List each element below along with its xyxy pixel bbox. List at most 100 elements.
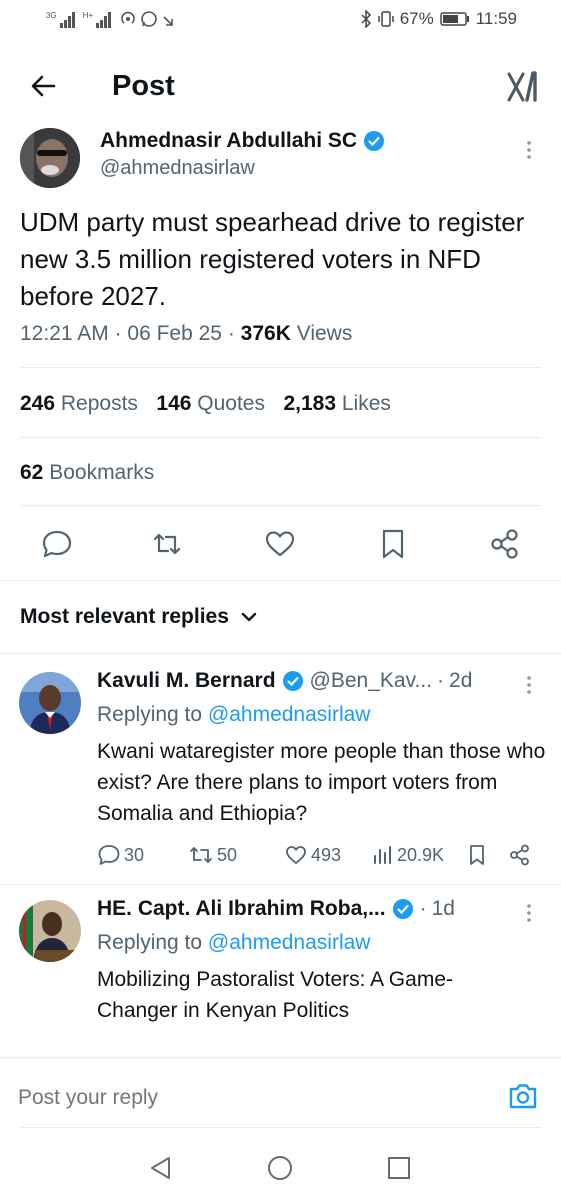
divider bbox=[20, 1127, 541, 1128]
x-logo-icon[interactable] bbox=[506, 70, 542, 104]
reply-header: Kavuli M. Bernard @Ben_Kav... · 2d bbox=[97, 669, 472, 693]
divider bbox=[0, 580, 561, 581]
reply-reposts-button[interactable]: 50 bbox=[188, 843, 237, 867]
reply-author-name[interactable]: Kavuli M. Bernard bbox=[97, 669, 276, 693]
author-name-row[interactable]: Ahmednasir Abdullahi SC bbox=[100, 129, 385, 153]
reply-avatar[interactable] bbox=[19, 672, 81, 734]
signal-icons: 3G H+ bbox=[46, 10, 175, 28]
views-label: Views bbox=[296, 322, 353, 345]
heart-icon bbox=[286, 846, 306, 864]
bookmark-button[interactable] bbox=[376, 527, 410, 561]
arrow-left-icon bbox=[31, 75, 56, 97]
status-bar: 3G H+ 67% 11:59 bbox=[0, 0, 561, 40]
repost-button[interactable] bbox=[150, 527, 184, 561]
reply-input[interactable] bbox=[18, 1078, 478, 1118]
likes-stat[interactable]: 2,183 Likes bbox=[283, 392, 390, 416]
more-options-button[interactable] bbox=[520, 140, 538, 162]
meta-separator: · bbox=[437, 669, 445, 692]
camera-icon bbox=[509, 1084, 537, 1109]
author-handle[interactable]: @ahmednasirlaw bbox=[100, 157, 255, 180]
back-button[interactable] bbox=[28, 70, 60, 102]
network-type-left: 3G bbox=[46, 11, 57, 20]
camera-button[interactable] bbox=[507, 1081, 539, 1111]
reply-text: Mobilizing Pastoralist Voters: A Game-Ch… bbox=[97, 968, 453, 1022]
bookmark-icon bbox=[382, 529, 404, 559]
reply-share-button[interactable] bbox=[508, 843, 532, 867]
network-type-right: H+ bbox=[82, 11, 94, 20]
triangle-back-icon bbox=[151, 1157, 170, 1179]
share-button[interactable] bbox=[488, 527, 522, 561]
more-vertical-icon bbox=[527, 904, 531, 922]
divider bbox=[20, 367, 541, 368]
verified-badge-icon bbox=[364, 131, 385, 151]
reply-views-button[interactable]: 20.9K bbox=[372, 843, 444, 867]
post-date: 06 Feb 25 bbox=[127, 322, 222, 345]
battery-icon bbox=[439, 12, 469, 26]
comment-icon bbox=[42, 530, 72, 558]
reply-button[interactable] bbox=[40, 527, 74, 561]
divider bbox=[20, 505, 541, 506]
reply-replies-button[interactable]: 30 bbox=[97, 843, 144, 867]
replying-to-line: Replying to @ahmednasirlaw bbox=[97, 703, 371, 726]
reply-text: Kwani wataregister more people than thos… bbox=[97, 740, 546, 825]
reply-bookmark-button[interactable] bbox=[466, 843, 488, 867]
comment-icon bbox=[98, 845, 120, 865]
chevron-down-icon bbox=[241, 612, 257, 622]
square-recents-icon bbox=[388, 1157, 410, 1179]
divider bbox=[0, 653, 561, 654]
author-name: Ahmednasir Abdullahi SC bbox=[100, 129, 358, 152]
clock: 11:59 bbox=[475, 9, 517, 28]
reply-author-name[interactable]: HE. Capt. Ali Ibrahim Roba,... bbox=[97, 897, 386, 921]
replying-to-line: Replying to @ahmednasirlaw bbox=[97, 931, 371, 954]
engagement-stats: 246 Reposts 146 Quotes 2,183 Likes bbox=[20, 392, 405, 416]
reply-handle[interactable]: @Ben_Kav... bbox=[310, 669, 433, 693]
reply-age: 1d bbox=[431, 897, 455, 920]
replies-sort-label: Most relevant replies bbox=[20, 605, 229, 628]
circle-home-icon bbox=[268, 1156, 292, 1180]
replying-to-handle[interactable]: @ahmednasirlaw bbox=[208, 931, 371, 954]
status-right: 67% 11:59 bbox=[360, 9, 517, 29]
repost-icon bbox=[153, 533, 181, 555]
post-meta: 12:21 AM · 06 Feb 25 · 376K Views bbox=[20, 322, 352, 346]
replying-to-handle[interactable]: @ahmednasirlaw bbox=[208, 703, 371, 726]
reply-more-button[interactable] bbox=[520, 903, 538, 925]
divider bbox=[20, 437, 541, 438]
share-icon bbox=[510, 844, 529, 866]
meta-separator: · bbox=[227, 322, 241, 345]
views-count: 376K bbox=[240, 322, 291, 345]
meta-separator: · bbox=[114, 322, 128, 345]
signal-strength-icon-2 bbox=[96, 12, 112, 28]
more-vertical-icon bbox=[527, 676, 531, 694]
reply-more-button[interactable] bbox=[520, 675, 538, 697]
meta-separator: · bbox=[419, 897, 427, 920]
page-title: Post bbox=[112, 70, 175, 102]
battery-percent: 67% bbox=[399, 9, 434, 28]
more-vertical-icon bbox=[527, 141, 531, 159]
like-button[interactable] bbox=[263, 527, 297, 561]
verified-badge-icon bbox=[392, 899, 413, 919]
post-time: 12:21 AM bbox=[20, 322, 109, 345]
share-icon bbox=[491, 529, 518, 559]
reply-composer[interactable] bbox=[0, 1058, 561, 1128]
whatsapp-icon bbox=[141, 11, 157, 27]
reply-header: HE. Capt. Ali Ibrahim Roba,... · 1d bbox=[97, 897, 455, 921]
author-avatar[interactable] bbox=[20, 128, 80, 188]
heart-icon bbox=[265, 531, 295, 557]
reposts-stat[interactable]: 246 Reposts bbox=[20, 392, 138, 416]
bookmark-icon bbox=[470, 845, 484, 865]
quotes-stat[interactable]: 146 Quotes bbox=[156, 392, 265, 416]
nav-home-button[interactable] bbox=[267, 1155, 293, 1181]
bookmarks-stat[interactable]: 62 Bookmarks bbox=[20, 461, 154, 485]
repost-icon bbox=[190, 847, 212, 863]
analytics-icon bbox=[374, 846, 391, 864]
reply-age: 2d bbox=[449, 669, 473, 692]
reply-likes-button[interactable]: 493 bbox=[284, 843, 341, 867]
replies-sort-dropdown[interactable]: Most relevant replies bbox=[20, 605, 259, 629]
reply-avatar[interactable] bbox=[19, 900, 81, 962]
nav-back-button[interactable] bbox=[148, 1155, 174, 1181]
nav-recents-button[interactable] bbox=[387, 1156, 411, 1180]
notification-arrow-icon bbox=[163, 16, 173, 26]
vibrate-icon bbox=[377, 11, 394, 27]
post-text: UDM party must spearhead drive to regist… bbox=[20, 207, 525, 311]
signal-strength-icon bbox=[59, 12, 75, 28]
